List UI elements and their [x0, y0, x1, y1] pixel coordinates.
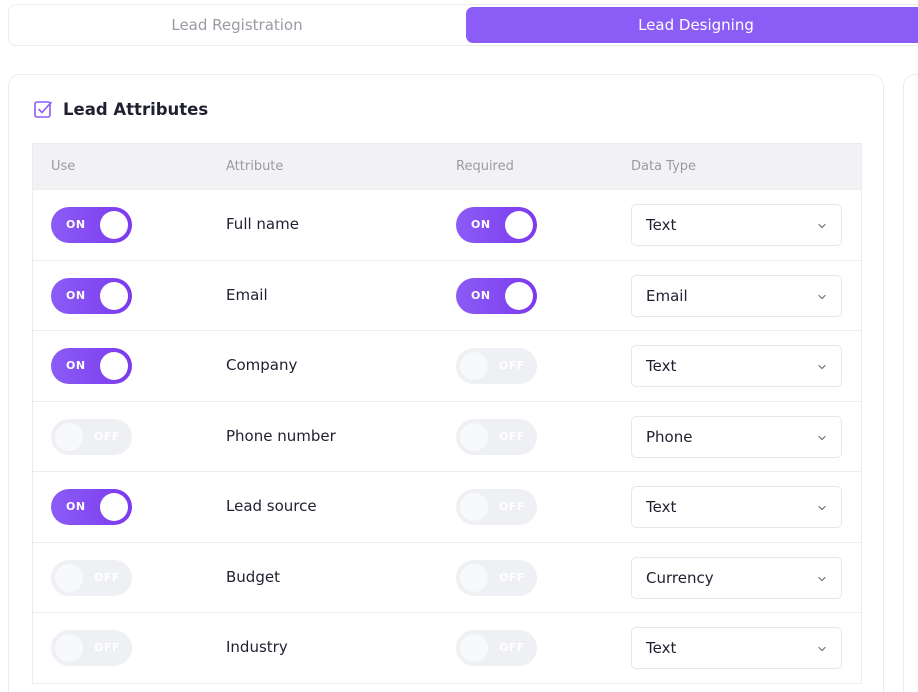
attribute-name: Full name: [226, 215, 299, 233]
attribute-name: Email: [226, 285, 268, 304]
table-row: ON Lead source OFF Text: [33, 472, 861, 543]
table-row: ON Company OFF Text: [33, 331, 861, 402]
data-type-value: Phone: [646, 427, 693, 446]
required-toggle-knob: [460, 634, 488, 662]
data-type-value: Text: [646, 639, 677, 657]
chevron-down-icon: [818, 646, 826, 652]
table-row: OFF Industry OFF Text: [33, 613, 861, 684]
checkbox-checked-icon: [34, 101, 52, 118]
tab-lead-designing[interactable]: Lead Designing: [466, 7, 918, 43]
use-toggle[interactable]: OFF: [51, 559, 132, 596]
required-toggle-label: OFF: [499, 429, 525, 443]
tab-bar: Lead Registration Lead Designing: [8, 4, 918, 46]
table-row: ON Email ON Email: [33, 261, 861, 331]
use-toggle-label: OFF: [94, 570, 120, 584]
side-card: [903, 74, 918, 692]
data-type-value: Text: [646, 498, 677, 516]
required-toggle-label: OFF: [499, 570, 525, 584]
table-row: ON Full name ON Text: [33, 190, 861, 261]
required-toggle-knob: [460, 493, 488, 521]
use-toggle[interactable]: ON: [51, 348, 132, 384]
table-body: ON Full name ON Text ON Email ON Email ON Company…: [33, 190, 861, 684]
required-toggle[interactable]: ON: [456, 277, 537, 314]
chevron-down-icon: [818, 435, 826, 440]
required-toggle-label: OFF: [499, 359, 525, 372]
data-type-value: Text: [646, 357, 677, 375]
use-toggle[interactable]: ON: [51, 489, 132, 525]
tab-lead-registration[interactable]: Lead Registration: [11, 7, 463, 43]
required-toggle[interactable]: ON: [456, 207, 537, 243]
data-type-select[interactable]: Text: [631, 204, 842, 246]
required-toggle[interactable]: OFF: [456, 559, 537, 596]
data-type-value: Email: [646, 286, 688, 305]
chevron-down-icon: [818, 576, 826, 581]
data-type-select[interactable]: Text: [631, 627, 842, 669]
required-toggle[interactable]: OFF: [456, 418, 537, 455]
data-type-select[interactable]: Phone: [631, 415, 842, 458]
data-type-value: Currency: [646, 568, 714, 587]
required-toggle[interactable]: OFF: [456, 630, 537, 666]
use-toggle-knob: [55, 422, 83, 451]
attribute-name: Company: [226, 356, 298, 374]
table-header: Use Attribute Required Data Type: [33, 144, 861, 190]
use-toggle-label: OFF: [94, 641, 120, 654]
chevron-down-icon: [818, 505, 826, 511]
required-toggle[interactable]: OFF: [456, 348, 537, 384]
use-toggle-label: ON: [66, 359, 86, 372]
chevron-down-icon: [818, 364, 826, 370]
required-toggle-knob: [505, 211, 533, 239]
use-toggle[interactable]: OFF: [51, 630, 132, 666]
header-use: Use: [51, 159, 76, 174]
use-toggle-knob: [100, 281, 128, 310]
data-type-select[interactable]: Text: [631, 345, 842, 387]
use-toggle[interactable]: ON: [51, 277, 132, 314]
required-toggle-knob: [460, 352, 488, 380]
use-toggle-label: ON: [66, 218, 86, 231]
lead-attributes-card: Lead Attributes Use Attribute Required D…: [8, 74, 884, 692]
use-toggle-knob: [55, 634, 83, 662]
required-toggle-label: OFF: [499, 641, 525, 654]
use-toggle[interactable]: OFF: [51, 418, 132, 455]
required-toggle-knob: [460, 563, 488, 592]
required-toggle-label: ON: [471, 218, 491, 231]
section-title: Lead Attributes: [63, 99, 209, 119]
attribute-name: Budget: [226, 567, 280, 586]
use-toggle[interactable]: ON: [51, 207, 132, 243]
data-type-select[interactable]: Email: [631, 274, 842, 317]
use-toggle-knob: [100, 352, 128, 380]
card-header: Lead Attributes: [33, 99, 208, 119]
required-toggle[interactable]: OFF: [456, 489, 537, 525]
required-toggle-label: OFF: [499, 500, 525, 513]
attribute-name: Phone number: [226, 426, 336, 445]
chevron-down-icon: [818, 223, 826, 229]
required-toggle-knob: [505, 281, 533, 310]
use-toggle-knob: [100, 493, 128, 521]
attribute-name: Industry: [226, 638, 288, 656]
header-required: Required: [456, 159, 514, 174]
attribute-name: Lead source: [226, 497, 317, 515]
use-toggle-knob: [55, 563, 83, 592]
required-toggle-label: ON: [471, 288, 491, 302]
required-toggle-knob: [460, 422, 488, 451]
header-data-type: Data Type: [631, 159, 697, 174]
attributes-table: Use Attribute Required Data Type ON Full …: [32, 143, 862, 684]
use-toggle-label: OFF: [94, 429, 120, 443]
header-attribute: Attribute: [226, 159, 284, 174]
data-type-select[interactable]: Text: [631, 486, 842, 528]
use-toggle-label: ON: [66, 500, 86, 513]
data-type-select[interactable]: Currency: [631, 556, 842, 599]
use-toggle-knob: [100, 211, 128, 239]
data-type-value: Text: [646, 216, 677, 234]
use-toggle-label: ON: [66, 288, 86, 302]
table-row: OFF Budget OFF Currency: [33, 543, 861, 613]
table-row: OFF Phone number OFF Phone: [33, 402, 861, 472]
chevron-down-icon: [818, 294, 826, 299]
